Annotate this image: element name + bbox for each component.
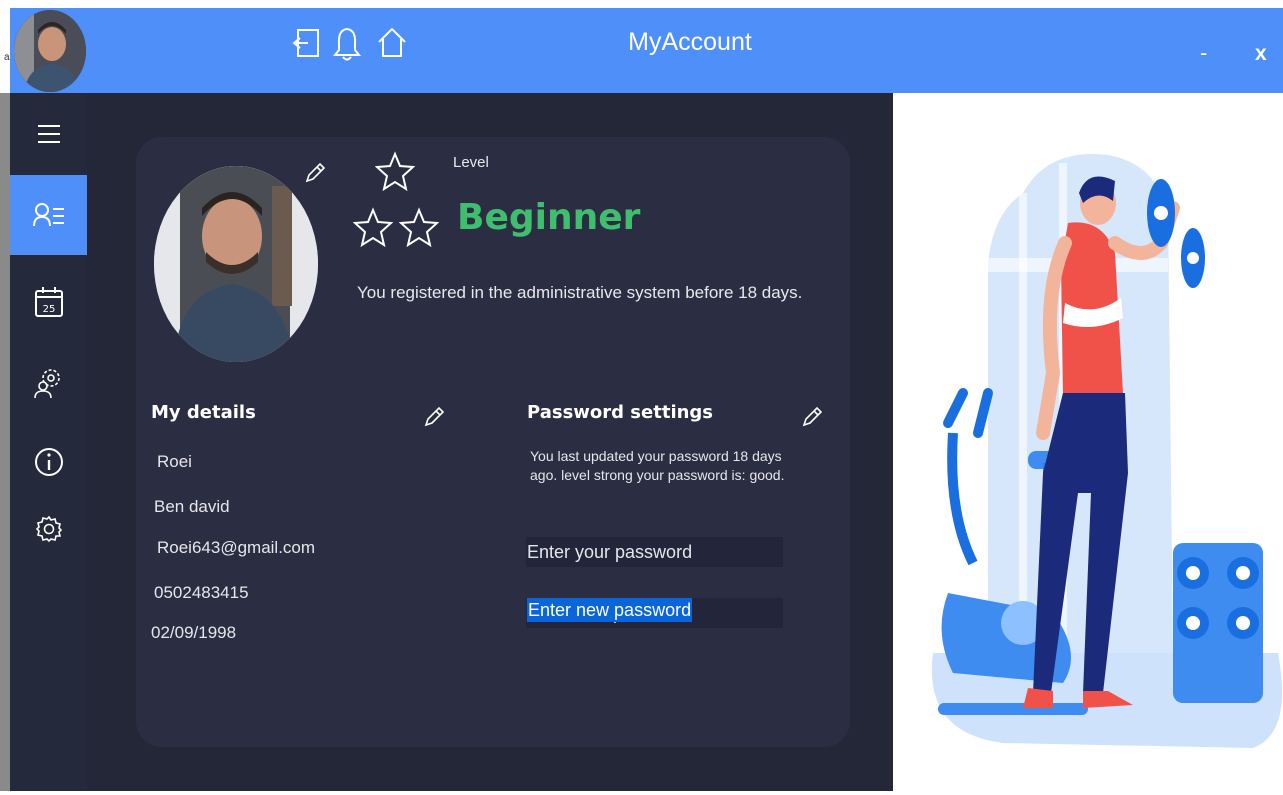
phone-field[interactable]: 0502483415 <box>154 583 249 603</box>
sidebar-item-menu[interactable] <box>10 98 87 170</box>
sidebar-item-profile[interactable] <box>10 175 87 255</box>
sidebar: 25 <box>10 93 87 791</box>
new-password-input[interactable] <box>526 598 783 628</box>
avatar[interactable] <box>14 10 86 92</box>
info-icon <box>34 448 63 476</box>
first-name-field[interactable]: Roei <box>157 452 192 472</box>
star-icon <box>352 207 394 248</box>
current-password-input[interactable] <box>526 537 783 567</box>
sidebar-item-trainers[interactable] <box>10 346 87 418</box>
star-icon <box>374 151 416 192</box>
my-details-title: My details <box>151 402 256 423</box>
last-name-field[interactable]: Ben david <box>154 497 230 517</box>
menu-icon <box>37 125 60 143</box>
fitness-illustration <box>893 93 1283 791</box>
sidebar-item-calendar[interactable]: 25 <box>10 266 87 338</box>
corner-text: a <box>4 52 10 63</box>
registered-text: You registered in the administrative sys… <box>357 283 803 302</box>
level-value: Beginner <box>457 197 641 238</box>
app-window: a MyAccount - x 25 Level Beginner You re… <box>0 0 1283 791</box>
window-title: MyAccount <box>628 28 752 56</box>
profile-list-icon <box>32 203 64 227</box>
svg-text:25: 25 <box>42 304 55 315</box>
logout-icon[interactable] <box>290 24 324 64</box>
birth-date-field[interactable]: 02/09/1998 <box>151 623 236 643</box>
profile-photo <box>154 166 318 362</box>
password-settings-title: Password settings <box>527 402 714 423</box>
edit-password-pencil-icon[interactable] <box>800 405 824 429</box>
minimize-button[interactable]: - <box>1200 40 1207 66</box>
main-panel: Level Beginner You registered in the adm… <box>87 93 893 791</box>
edit-photo-pencil-icon[interactable] <box>303 161 327 185</box>
edit-details-pencil-icon[interactable] <box>422 405 446 429</box>
close-button[interactable]: x <box>1255 42 1267 66</box>
left-edge <box>0 93 10 791</box>
sidebar-item-settings[interactable] <box>10 493 87 565</box>
calendar-icon: 25 <box>34 287 63 317</box>
home-icon[interactable] <box>375 24 409 64</box>
password-info-line: You last updated your password 18 days <box>530 448 782 464</box>
bell-icon[interactable] <box>330 24 364 64</box>
sidebar-item-info[interactable] <box>10 426 87 498</box>
star-icon <box>398 207 440 248</box>
trainers-settings-icon <box>33 369 60 399</box>
password-info-line: ago. level strong your password is: good… <box>530 467 785 483</box>
gear-icon <box>35 515 62 543</box>
password-info: You last updated your password 18 days a… <box>530 447 830 485</box>
level-label: Level <box>453 154 489 171</box>
email-field[interactable]: Roei643@gmail.com <box>157 538 315 558</box>
